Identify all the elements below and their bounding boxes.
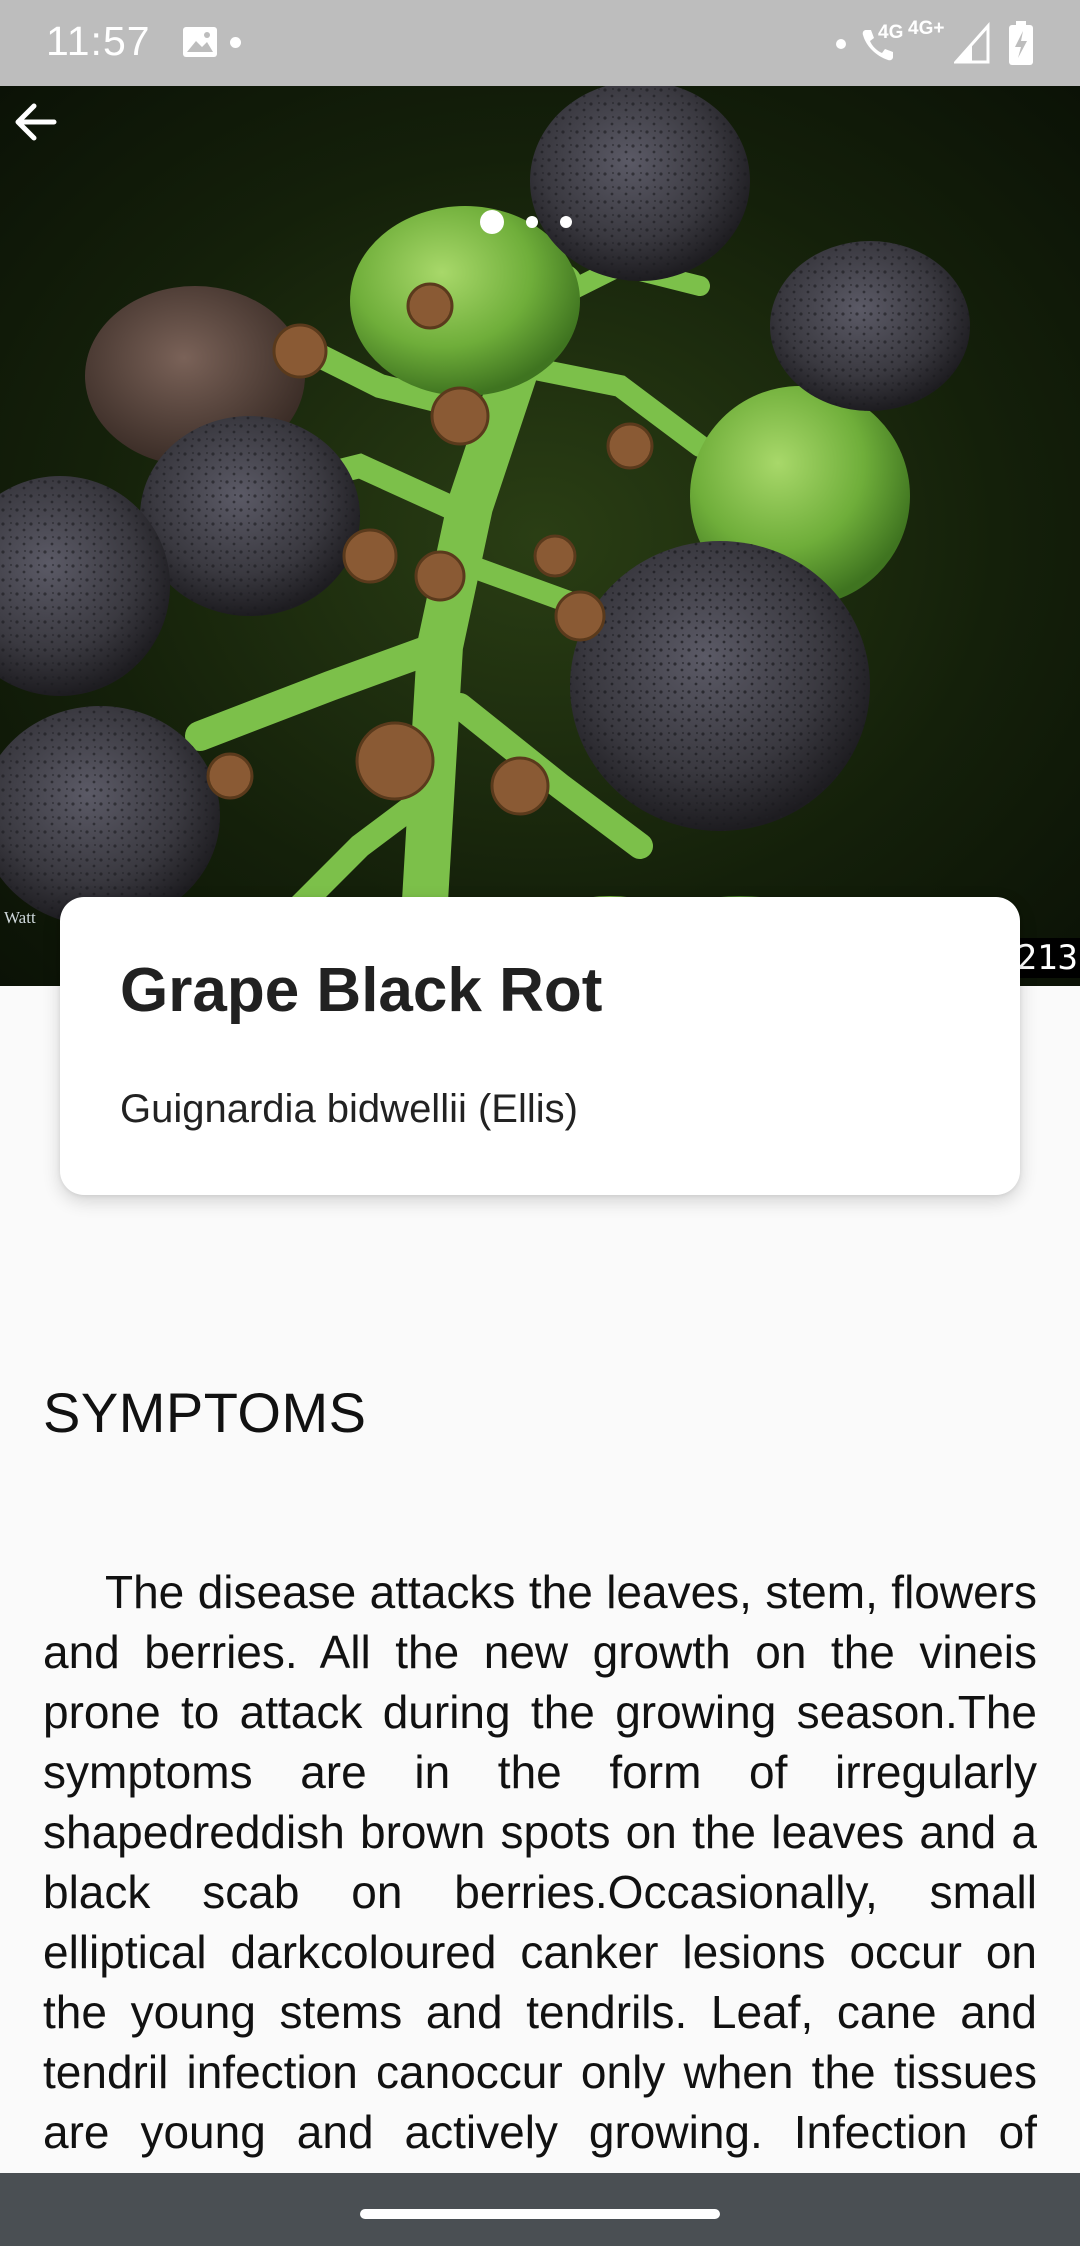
carousel-dot-active[interactable] [480,210,504,234]
dot-icon [836,39,846,49]
back-arrow-icon[interactable] [0,86,72,158]
scientific-name: Guignardia bidwellii (Ellis) [120,1087,578,1131]
battery-charging-icon [1009,21,1033,65]
disease-name: Grape Black Rot [120,956,603,1025]
carousel-indicator [480,210,572,234]
disease-title-card: Grape Black Rot Guignardia bidwellii (El… [60,897,1020,1195]
network-label-4g-plus: 4G+ [908,18,945,39]
symptoms-description: The disease attacks the leaves, stem, fl… [43,1566,1037,2172]
image-watermark-credit: Watt [4,908,36,927]
status-bar: 11:57 4G 4G+ [0,0,1080,86]
system-navigation-bar [0,2173,1080,2246]
signal-icon [954,22,990,64]
status-time: 11:57 [46,18,151,64]
notification-dot-icon [230,37,241,48]
carousel-dot[interactable] [526,216,538,228]
home-gesture-handle[interactable] [360,2209,720,2219]
carousel-dot[interactable] [560,216,572,228]
image-icon [183,27,217,57]
image-id-label: 213 [1010,938,1080,978]
disease-image-carousel[interactable]: Watt 213 [0,86,1080,986]
section-heading-symptoms: SYMPTOMS [43,1381,367,1444]
network-label-4g: 4G [878,22,904,43]
